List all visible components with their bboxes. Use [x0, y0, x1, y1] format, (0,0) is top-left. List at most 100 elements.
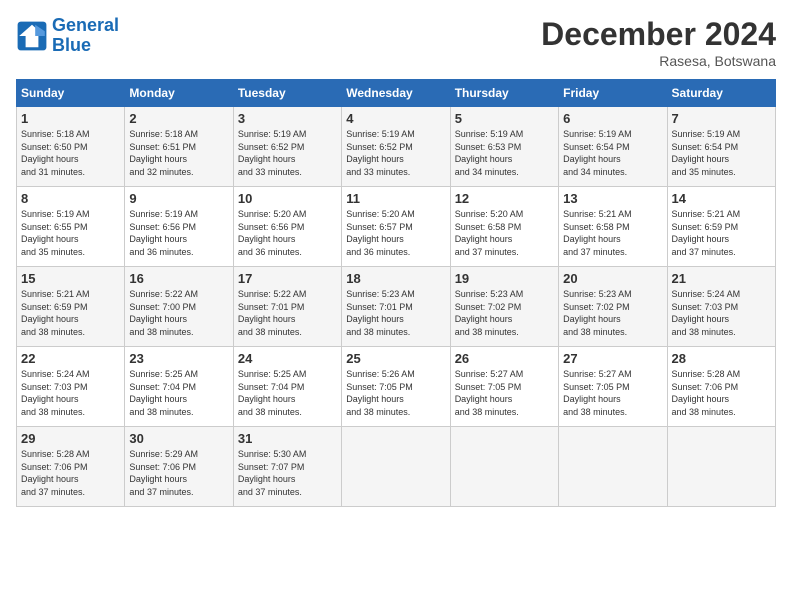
calendar-body: 1 Sunrise: 5:18 AM Sunset: 6:50 PM Dayli…: [17, 107, 776, 507]
title-block: December 2024 Rasesa, Botswana: [541, 16, 776, 69]
day-info: Sunrise: 5:30 AM Sunset: 7:07 PM Dayligh…: [238, 448, 337, 498]
day-number: 14: [672, 191, 771, 206]
calendar-week-4: 22 Sunrise: 5:24 AM Sunset: 7:03 PM Dayl…: [17, 347, 776, 427]
day-info: Sunrise: 5:27 AM Sunset: 7:05 PM Dayligh…: [563, 368, 662, 418]
col-friday: Friday: [559, 80, 667, 107]
day-info: Sunrise: 5:27 AM Sunset: 7:05 PM Dayligh…: [455, 368, 554, 418]
day-info: Sunrise: 5:19 AM Sunset: 6:52 PM Dayligh…: [238, 128, 337, 178]
day-number: 18: [346, 271, 445, 286]
day-number: 28: [672, 351, 771, 366]
calendar-cell: 6 Sunrise: 5:19 AM Sunset: 6:54 PM Dayli…: [559, 107, 667, 187]
day-info: Sunrise: 5:19 AM Sunset: 6:52 PM Dayligh…: [346, 128, 445, 178]
day-number: 21: [672, 271, 771, 286]
day-number: 8: [21, 191, 120, 206]
day-number: 24: [238, 351, 337, 366]
calendar-cell: 18 Sunrise: 5:23 AM Sunset: 7:01 PM Dayl…: [342, 267, 450, 347]
day-number: 10: [238, 191, 337, 206]
col-thursday: Thursday: [450, 80, 558, 107]
calendar-header: Sunday Monday Tuesday Wednesday Thursday…: [17, 80, 776, 107]
logo-line1: General: [52, 15, 119, 35]
calendar-cell: 1 Sunrise: 5:18 AM Sunset: 6:50 PM Dayli…: [17, 107, 125, 187]
calendar-week-5: 29 Sunrise: 5:28 AM Sunset: 7:06 PM Dayl…: [17, 427, 776, 507]
day-info: Sunrise: 5:21 AM Sunset: 6:59 PM Dayligh…: [672, 208, 771, 258]
day-info: Sunrise: 5:29 AM Sunset: 7:06 PM Dayligh…: [129, 448, 228, 498]
day-info: Sunrise: 5:24 AM Sunset: 7:03 PM Dayligh…: [21, 368, 120, 418]
day-number: 31: [238, 431, 337, 446]
col-wednesday: Wednesday: [342, 80, 450, 107]
calendar-table: Sunday Monday Tuesday Wednesday Thursday…: [16, 79, 776, 507]
calendar-cell: 7 Sunrise: 5:19 AM Sunset: 6:54 PM Dayli…: [667, 107, 775, 187]
day-info: Sunrise: 5:23 AM Sunset: 7:01 PM Dayligh…: [346, 288, 445, 338]
calendar-cell: 14 Sunrise: 5:21 AM Sunset: 6:59 PM Dayl…: [667, 187, 775, 267]
day-info: Sunrise: 5:21 AM Sunset: 6:58 PM Dayligh…: [563, 208, 662, 258]
day-info: Sunrise: 5:25 AM Sunset: 7:04 PM Dayligh…: [238, 368, 337, 418]
calendar-cell: [559, 427, 667, 507]
logo-icon: [16, 20, 48, 52]
calendar-cell: 3 Sunrise: 5:19 AM Sunset: 6:52 PM Dayli…: [233, 107, 341, 187]
calendar-cell: 17 Sunrise: 5:22 AM Sunset: 7:01 PM Dayl…: [233, 267, 341, 347]
day-number: 27: [563, 351, 662, 366]
header-row: Sunday Monday Tuesday Wednesday Thursday…: [17, 80, 776, 107]
col-monday: Monday: [125, 80, 233, 107]
day-info: Sunrise: 5:19 AM Sunset: 6:53 PM Dayligh…: [455, 128, 554, 178]
day-number: 3: [238, 111, 337, 126]
month-title: December 2024: [541, 16, 776, 53]
calendar-cell: 31 Sunrise: 5:30 AM Sunset: 7:07 PM Dayl…: [233, 427, 341, 507]
day-number: 26: [455, 351, 554, 366]
calendar-cell: 26 Sunrise: 5:27 AM Sunset: 7:05 PM Dayl…: [450, 347, 558, 427]
day-info: Sunrise: 5:19 AM Sunset: 6:55 PM Dayligh…: [21, 208, 120, 258]
day-number: 20: [563, 271, 662, 286]
day-info: Sunrise: 5:23 AM Sunset: 7:02 PM Dayligh…: [455, 288, 554, 338]
day-number: 16: [129, 271, 228, 286]
calendar-cell: [342, 427, 450, 507]
calendar-cell: 22 Sunrise: 5:24 AM Sunset: 7:03 PM Dayl…: [17, 347, 125, 427]
day-number: 13: [563, 191, 662, 206]
day-number: 22: [21, 351, 120, 366]
day-info: Sunrise: 5:25 AM Sunset: 7:04 PM Dayligh…: [129, 368, 228, 418]
day-info: Sunrise: 5:28 AM Sunset: 7:06 PM Dayligh…: [21, 448, 120, 498]
calendar-cell: 21 Sunrise: 5:24 AM Sunset: 7:03 PM Dayl…: [667, 267, 775, 347]
calendar-cell: 9 Sunrise: 5:19 AM Sunset: 6:56 PM Dayli…: [125, 187, 233, 267]
day-info: Sunrise: 5:20 AM Sunset: 6:57 PM Dayligh…: [346, 208, 445, 258]
day-info: Sunrise: 5:24 AM Sunset: 7:03 PM Dayligh…: [672, 288, 771, 338]
calendar-cell: 23 Sunrise: 5:25 AM Sunset: 7:04 PM Dayl…: [125, 347, 233, 427]
calendar-cell: 16 Sunrise: 5:22 AM Sunset: 7:00 PM Dayl…: [125, 267, 233, 347]
day-info: Sunrise: 5:22 AM Sunset: 7:00 PM Dayligh…: [129, 288, 228, 338]
calendar-cell: [667, 427, 775, 507]
day-number: 4: [346, 111, 445, 126]
calendar-cell: 2 Sunrise: 5:18 AM Sunset: 6:51 PM Dayli…: [125, 107, 233, 187]
calendar-week-2: 8 Sunrise: 5:19 AM Sunset: 6:55 PM Dayli…: [17, 187, 776, 267]
day-info: Sunrise: 5:21 AM Sunset: 6:59 PM Dayligh…: [21, 288, 120, 338]
day-number: 9: [129, 191, 228, 206]
day-number: 2: [129, 111, 228, 126]
calendar-cell: 8 Sunrise: 5:19 AM Sunset: 6:55 PM Dayli…: [17, 187, 125, 267]
day-number: 17: [238, 271, 337, 286]
day-info: Sunrise: 5:19 AM Sunset: 6:56 PM Dayligh…: [129, 208, 228, 258]
calendar-week-3: 15 Sunrise: 5:21 AM Sunset: 6:59 PM Dayl…: [17, 267, 776, 347]
day-info: Sunrise: 5:19 AM Sunset: 6:54 PM Dayligh…: [672, 128, 771, 178]
day-number: 23: [129, 351, 228, 366]
day-number: 6: [563, 111, 662, 126]
day-info: Sunrise: 5:28 AM Sunset: 7:06 PM Dayligh…: [672, 368, 771, 418]
col-saturday: Saturday: [667, 80, 775, 107]
calendar-cell: 13 Sunrise: 5:21 AM Sunset: 6:58 PM Dayl…: [559, 187, 667, 267]
day-number: 11: [346, 191, 445, 206]
calendar-cell: 11 Sunrise: 5:20 AM Sunset: 6:57 PM Dayl…: [342, 187, 450, 267]
calendar-week-1: 1 Sunrise: 5:18 AM Sunset: 6:50 PM Dayli…: [17, 107, 776, 187]
calendar-cell: 27 Sunrise: 5:27 AM Sunset: 7:05 PM Dayl…: [559, 347, 667, 427]
day-number: 19: [455, 271, 554, 286]
day-info: Sunrise: 5:20 AM Sunset: 6:58 PM Dayligh…: [455, 208, 554, 258]
day-number: 25: [346, 351, 445, 366]
calendar-cell: 15 Sunrise: 5:21 AM Sunset: 6:59 PM Dayl…: [17, 267, 125, 347]
day-info: Sunrise: 5:23 AM Sunset: 7:02 PM Dayligh…: [563, 288, 662, 338]
day-number: 30: [129, 431, 228, 446]
day-number: 1: [21, 111, 120, 126]
logo-line2: Blue: [52, 35, 91, 55]
calendar-cell: 19 Sunrise: 5:23 AM Sunset: 7:02 PM Dayl…: [450, 267, 558, 347]
day-number: 12: [455, 191, 554, 206]
day-info: Sunrise: 5:19 AM Sunset: 6:54 PM Dayligh…: [563, 128, 662, 178]
day-info: Sunrise: 5:18 AM Sunset: 6:50 PM Dayligh…: [21, 128, 120, 178]
calendar-cell: [450, 427, 558, 507]
day-info: Sunrise: 5:20 AM Sunset: 6:56 PM Dayligh…: [238, 208, 337, 258]
day-number: 29: [21, 431, 120, 446]
